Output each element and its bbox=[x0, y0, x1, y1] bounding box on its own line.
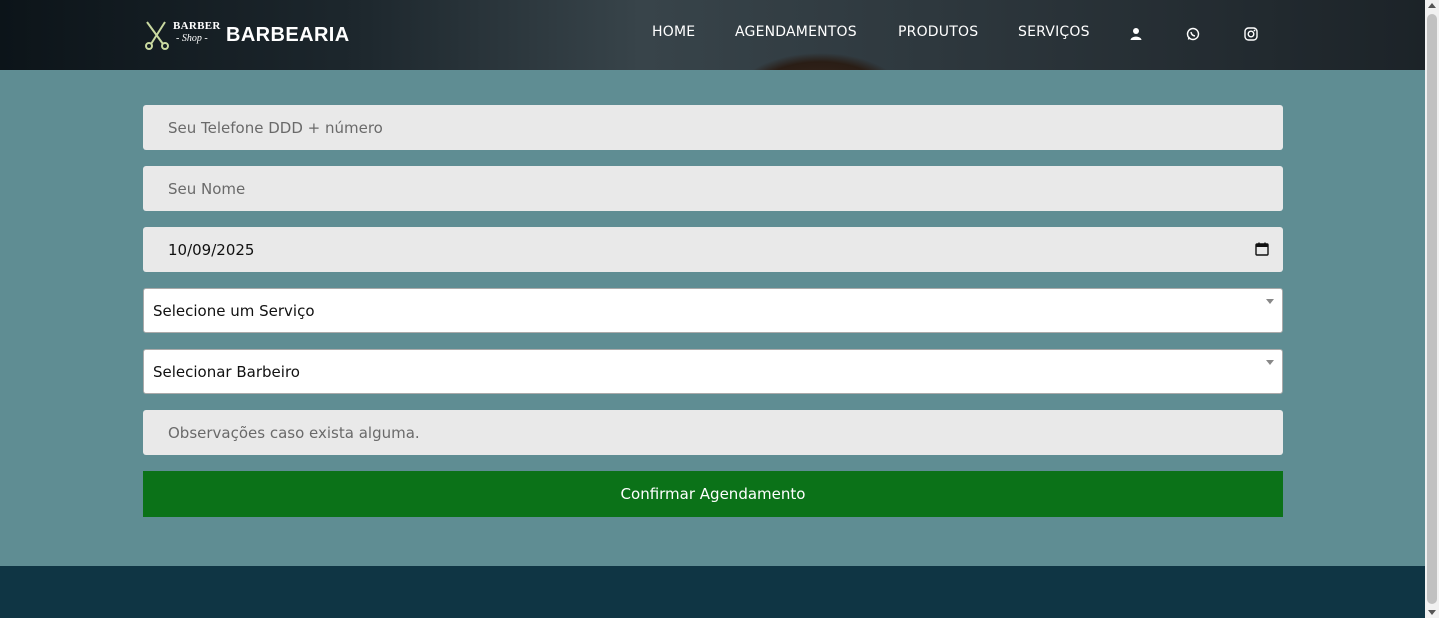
main-nav: HOME AGENDAMENTOS PRODUTOS SERVIÇOS bbox=[0, 24, 1425, 46]
footer bbox=[0, 566, 1425, 618]
nav-agendamentos[interactable]: AGENDAMENTOS bbox=[735, 24, 857, 40]
navbar: BARBER - Shop - BARBEARIA HOME AGENDAMEN… bbox=[0, 0, 1425, 70]
service-select[interactable]: Selecione um Serviço bbox=[143, 288, 1283, 333]
notes-placeholder: Observações caso exista alguma. bbox=[168, 423, 420, 442]
notes-input[interactable]: Observações caso exista alguma. bbox=[143, 410, 1283, 455]
name-placeholder: Seu Nome bbox=[168, 179, 246, 198]
chevron-down-icon bbox=[1266, 299, 1274, 304]
nav-produtos[interactable]: PRODUTOS bbox=[898, 24, 978, 40]
phone-input[interactable]: Seu Telefone DDD + número bbox=[143, 105, 1283, 150]
phone-placeholder: Seu Telefone DDD + número bbox=[168, 118, 383, 137]
vertical-scrollbar[interactable] bbox=[1425, 0, 1439, 618]
service-selected-value: Selecione um Serviço bbox=[153, 301, 315, 320]
barber-select[interactable]: Selecionar Barbeiro bbox=[143, 349, 1283, 394]
date-value: 10/09/2025 bbox=[168, 240, 255, 259]
calendar-icon[interactable] bbox=[1255, 242, 1269, 260]
scroll-down-icon[interactable] bbox=[1428, 610, 1436, 615]
scroll-up-icon[interactable] bbox=[1428, 3, 1436, 8]
scrollbar-thumb[interactable] bbox=[1427, 14, 1437, 604]
nav-home[interactable]: HOME bbox=[652, 24, 695, 40]
user-icon[interactable] bbox=[1130, 26, 1146, 42]
nav-servicos[interactable]: SERVIÇOS bbox=[1018, 24, 1090, 40]
name-input[interactable]: Seu Nome bbox=[143, 166, 1283, 211]
confirm-appointment-button[interactable]: Confirmar Agendamento bbox=[143, 471, 1283, 517]
instagram-icon[interactable] bbox=[1244, 26, 1260, 42]
chevron-down-icon bbox=[1266, 360, 1274, 365]
barber-selected-value: Selecionar Barbeiro bbox=[153, 362, 300, 381]
date-input[interactable]: 10/09/2025 bbox=[143, 227, 1283, 272]
whatsapp-icon[interactable] bbox=[1186, 26, 1202, 42]
